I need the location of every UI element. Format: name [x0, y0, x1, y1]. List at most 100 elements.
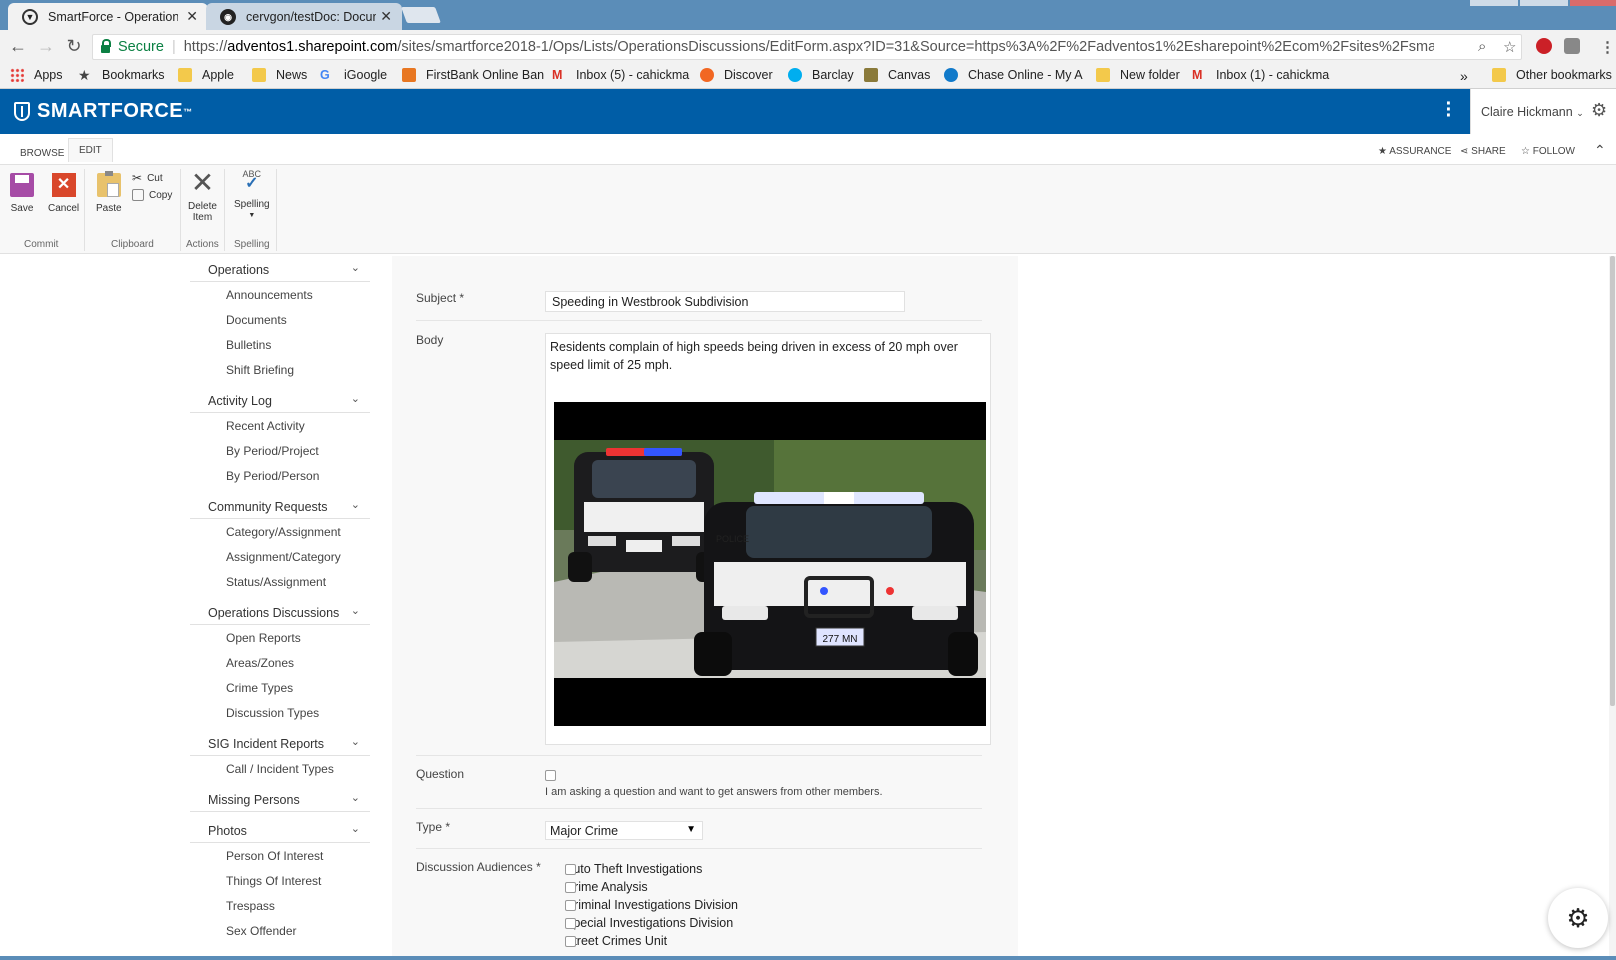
bookmark-chase[interactable]: Chase Online - My A	[944, 68, 1083, 82]
maximize-button[interactable]	[1520, 0, 1568, 6]
question-checkbox[interactable]	[545, 770, 556, 781]
body-rich-text-editor[interactable]: Residents complain of high speeds being …	[545, 333, 991, 745]
bookmark-bookmarks[interactable]: ★ Bookmarks	[78, 68, 165, 82]
audience-option[interactable]: Crime Analysis	[545, 880, 648, 894]
back-icon[interactable]: ←	[6, 36, 30, 57]
nav-section-header[interactable]: Operations ⌄	[190, 256, 370, 282]
nav-link[interactable]: Discussion Types	[190, 700, 370, 725]
chevron-down-icon[interactable]: ⌄	[351, 791, 360, 804]
scrollbar-thumb[interactable]	[1610, 256, 1615, 706]
chevron-down-icon[interactable]: ⌄	[351, 392, 360, 405]
share-link[interactable]: ⋖ SHARE	[1460, 146, 1506, 157]
nav-link[interactable]: Announcements	[190, 282, 370, 307]
nav-link[interactable]: Things Of Interest	[190, 868, 370, 893]
follow-link[interactable]: ☆ FOLLOW	[1521, 146, 1575, 157]
nav-link[interactable]: Sex Offender	[190, 918, 370, 943]
bookmark-barclay[interactable]: Barclay	[788, 68, 854, 82]
bookmarks-overflow-button[interactable]: »	[1460, 68, 1468, 84]
nav-link[interactable]: Category/Assignment	[190, 519, 370, 544]
paste-button[interactable]: Paste	[96, 171, 122, 214]
audience-option[interactable]: Street Crimes Unit	[545, 934, 667, 948]
collapse-ribbon-icon[interactable]: ⌃	[1594, 142, 1606, 159]
cancel-label: Cancel	[48, 203, 80, 214]
copy-button[interactable]: Copy	[132, 189, 172, 201]
audience-checkbox[interactable]	[565, 882, 576, 893]
other-bookmarks[interactable]: Other bookmarks	[1492, 68, 1612, 82]
bookmark-igoogle[interactable]: G iGoogle	[320, 68, 387, 82]
close-tab-icon[interactable]: ✕	[380, 8, 392, 25]
browser-menu-icon[interactable]: ⋮	[1600, 38, 1615, 56]
nav-link[interactable]: Areas/Zones	[190, 650, 370, 675]
bookmark-canvas[interactable]: Canvas	[864, 68, 930, 82]
nav-section-header[interactable]: Missing Persons ⌄	[190, 786, 370, 812]
cut-button[interactable]: ✂ Cut	[132, 171, 163, 185]
zoom-search-icon[interactable]: ⌕	[1478, 38, 1486, 55]
audience-option[interactable]: Auto Theft Investigations	[545, 862, 702, 876]
nav-link[interactable]: Person Of Interest	[190, 843, 370, 868]
forward-icon[interactable]: →	[34, 36, 58, 57]
settings-gear-icon[interactable]: ⚙	[1591, 89, 1616, 134]
chevron-down-icon[interactable]: ⌄	[351, 735, 360, 748]
nav-link[interactable]: By Period/Person	[190, 463, 370, 488]
nav-section-header[interactable]: Operations Discussions ⌄	[190, 599, 370, 625]
audience-checkbox[interactable]	[565, 936, 576, 947]
minimize-button[interactable]	[1470, 0, 1518, 6]
nav-link[interactable]: By Period/Project	[190, 438, 370, 463]
audience-checkbox[interactable]	[565, 900, 576, 911]
nav-link[interactable]: Documents	[190, 307, 370, 332]
audience-option[interactable]: Criminal Investigations Division	[545, 898, 738, 912]
url-field[interactable]: Secure | https://adventos1.sharepoint.co…	[92, 34, 1522, 60]
nav-section-header[interactable]: Photos ⌄	[190, 817, 370, 843]
nav-link[interactable]: Recent Activity	[190, 413, 370, 438]
nav-link[interactable]: Bulletins	[190, 332, 370, 357]
type-select[interactable]: Major Crime ▼	[545, 821, 703, 840]
bookmark-news[interactable]: News	[252, 68, 307, 82]
chevron-down-icon[interactable]: ⌄	[351, 822, 360, 835]
browser-tab-smartforce[interactable]: ▼ SmartForce - Operations ✕	[8, 3, 208, 30]
nav-link[interactable]: Crime Types	[190, 675, 370, 700]
floating-settings-gear-icon[interactable]: ⚙	[1548, 888, 1608, 948]
user-menu[interactable]: Claire Hickmann ⌄	[1470, 89, 1591, 134]
bookmark-apple[interactable]: Apple	[178, 68, 234, 82]
bookmark-star-icon[interactable]: ☆	[1503, 38, 1516, 56]
spelling-button[interactable]: ABC ✓ Spelling ▼	[234, 169, 270, 221]
bookmark-new-folder[interactable]: New folder	[1096, 68, 1180, 82]
nav-link[interactable]: Trespass	[190, 893, 370, 918]
nav-link[interactable]: Call / Incident Types	[190, 756, 370, 781]
nav-section-header[interactable]: Activity Log ⌄	[190, 387, 370, 413]
nav-link[interactable]: Open Reports	[190, 625, 370, 650]
bookmark-apps[interactable]: Apps	[10, 68, 63, 82]
bookmark-firstbank[interactable]: FirstBank Online Ban	[402, 68, 544, 82]
audience-checkbox[interactable]	[565, 918, 576, 929]
spellcheck-icon: ABC ✓	[242, 169, 262, 192]
close-tab-icon[interactable]: ✕	[186, 8, 198, 25]
bookmark-discover[interactable]: Discover	[700, 68, 773, 82]
save-button[interactable]: Save	[10, 173, 34, 214]
tab-edit[interactable]: EDIT	[68, 138, 113, 162]
nav-section-header[interactable]: Community Requests ⌄	[190, 493, 370, 519]
nav-link[interactable]: Shift Briefing	[190, 357, 370, 382]
more-options-icon[interactable]: · · ·	[1444, 94, 1454, 126]
nav-link[interactable]: Assignment/Category	[190, 544, 370, 569]
bookmark-inbox-1[interactable]: M Inbox (1) - cahickma	[1192, 68, 1329, 82]
chevron-down-icon[interactable]: ⌄	[351, 498, 360, 511]
reload-icon[interactable]: ↻	[62, 36, 86, 57]
subject-input[interactable]: Speeding in Westbrook Subdivision	[545, 291, 905, 312]
pinterest-icon[interactable]	[1536, 38, 1552, 54]
extension-icon[interactable]	[1564, 38, 1580, 54]
new-tab-button[interactable]	[401, 7, 441, 23]
chevron-down-icon[interactable]: ⌄	[351, 604, 360, 617]
close-window-button[interactable]	[1570, 0, 1616, 6]
tab-browse[interactable]: BROWSE	[10, 142, 74, 165]
delete-item-button[interactable]: ✕ Delete Item	[188, 169, 217, 224]
assurance-link[interactable]: ★ ASSURANCE	[1378, 146, 1451, 157]
nav-link[interactable]: Status/Assignment	[190, 569, 370, 594]
chevron-down-icon[interactable]: ⌄	[351, 261, 360, 274]
browser-tab-github[interactable]: ◉ cervgon/testDoc: Docum ✕	[206, 3, 402, 30]
audience-checkbox[interactable]	[565, 864, 576, 875]
cancel-button[interactable]: ✕ Cancel	[48, 173, 79, 214]
nav-section-header[interactable]: SIG Incident Reports ⌄	[190, 730, 370, 756]
bookmark-inbox-5[interactable]: M Inbox (5) - cahickma	[552, 68, 689, 82]
audience-option[interactable]: Special Investigations Division	[545, 916, 733, 930]
smartforce-logo[interactable]: SMARTFORCE ™	[14, 100, 193, 123]
